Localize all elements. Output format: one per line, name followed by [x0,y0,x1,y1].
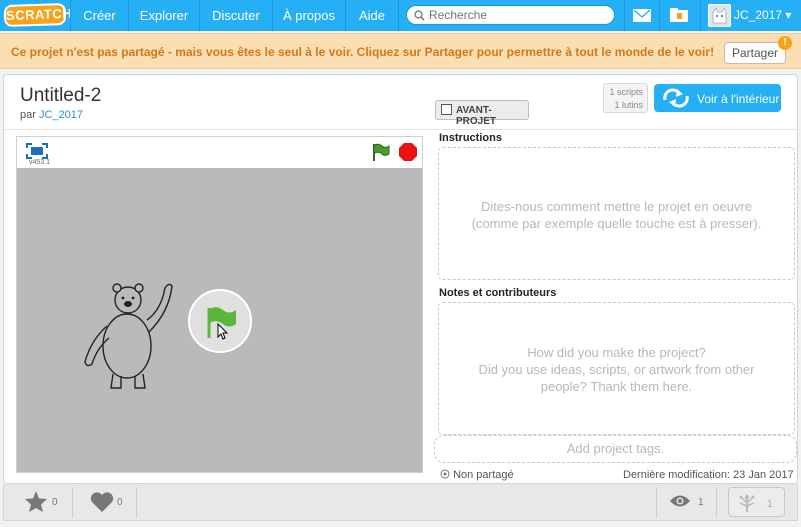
bottom-divider [136,487,137,518]
folder-icon[interactable] [669,7,689,23]
favorites-count: 0 [52,497,58,508]
project-title[interactable]: Untitled-2 [20,85,101,107]
by-prefix: par [20,109,36,121]
avatar-cat-icon [712,7,727,24]
stage-toolbar: v453.1 [17,137,422,168]
search-icon [414,10,425,21]
star-icon[interactable] [24,490,48,513]
remix-icon [663,88,689,108]
version-label: v453.1 [29,159,51,166]
stage-player: v453.1 [16,136,423,473]
views-count: 1 [698,497,704,508]
share-button[interactable]: Partager [724,42,786,64]
play-overlay-button[interactable] [188,289,252,353]
project-byline: par JC_2017 [20,109,83,121]
notes-label: Notes et contributeurs [439,287,557,299]
notes-placeholder-line2: Did you use ideas, scripts, or artwork f… [478,362,755,377]
bottom-divider [656,487,657,518]
instructions-placeholder-line2: (comme par exemple quelle touche est à p… [471,216,762,231]
draft-toggle[interactable]: AVANT-PROJET [435,100,529,127]
nav-create[interactable]: Créer [71,0,128,31]
notes-placeholder-line1: How did you make the project? [527,345,706,360]
scripts-count: 1 scripts [609,87,643,97]
nav-help[interactable]: Aide [346,0,398,31]
search-box[interactable] [406,5,615,25]
project-stats-bar: 0 0 1 1 [3,484,798,521]
project-stats: 1 scripts 1 lutins [603,83,648,113]
draft-checkbox[interactable] [441,104,452,115]
mouse-cursor-icon [217,323,229,340]
remix-tree-button[interactable]: 1 [728,487,785,517]
last-modified: Dernière modification: 23 Jan 2017 [623,469,794,481]
share-status-text: Non partagé [453,469,514,481]
loves-count: 0 [117,497,123,508]
author-link[interactable]: JC_2017 [39,109,83,121]
see-inside-button[interactable]: Voir à l'intérieur [654,84,781,112]
instructions-placeholder-line1: Dites-nous comment mettre le projet en o… [481,199,752,214]
sprites-count: 1 lutins [614,100,643,110]
green-flag-icon[interactable] [371,142,391,162]
nav-discuss[interactable]: Discuter [200,0,272,31]
nav-divider [659,0,660,31]
remixes-count: 1 [767,499,773,510]
project-card: Untitled-2 par JC_2017 AVANT-PROJET 1 sc… [3,74,798,484]
notes-placeholder-line3: people? Thank them here. [540,379,693,394]
tags-input[interactable]: Add project tags. [434,435,797,463]
nav-explore[interactable]: Explorer [129,0,199,31]
nav-about[interactable]: À propos [273,0,345,31]
heart-icon[interactable] [90,492,114,513]
search-input[interactable] [429,7,609,23]
user-menu[interactable]: JC_2017 ▾ [734,0,791,31]
instructions-textarea[interactable]: Dites-nous comment mettre le projet en o… [438,147,795,280]
bottom-divider [72,487,73,518]
notes-textarea[interactable]: How did you make the project? Did you us… [438,302,795,435]
avatar[interactable] [708,4,731,27]
stop-icon[interactable] [399,143,417,161]
banner-message: Ce projet n'est pas partagé - mais vous … [11,45,715,59]
fullscreen-icon[interactable] [26,143,48,159]
top-nav: SCRATCH Créer Explorer Discuter À propos… [0,0,801,31]
globe-icon [440,469,450,479]
draft-label: AVANT-PROJET [456,105,497,127]
alert-icon: ! [778,36,792,50]
see-inside-label: Voir à l'intérieur [697,92,780,106]
scratch-logo[interactable]: SCRATCH [3,2,72,28]
eye-icon [670,495,690,507]
share-status: Non partagé [440,469,514,481]
header-divider [4,129,797,130]
nav-divider [624,0,625,31]
bottom-divider [716,487,717,518]
bear-sprite [84,283,173,389]
remix-tree-icon [739,495,755,512]
nav-divider [398,0,399,31]
stage-canvas[interactable] [17,168,422,472]
instructions-label: Instructions [439,132,502,144]
nav-divider [700,0,701,31]
envelope-icon[interactable] [633,9,651,22]
unshared-banner: Ce projet n'est pas partagé - mais vous … [0,33,801,69]
